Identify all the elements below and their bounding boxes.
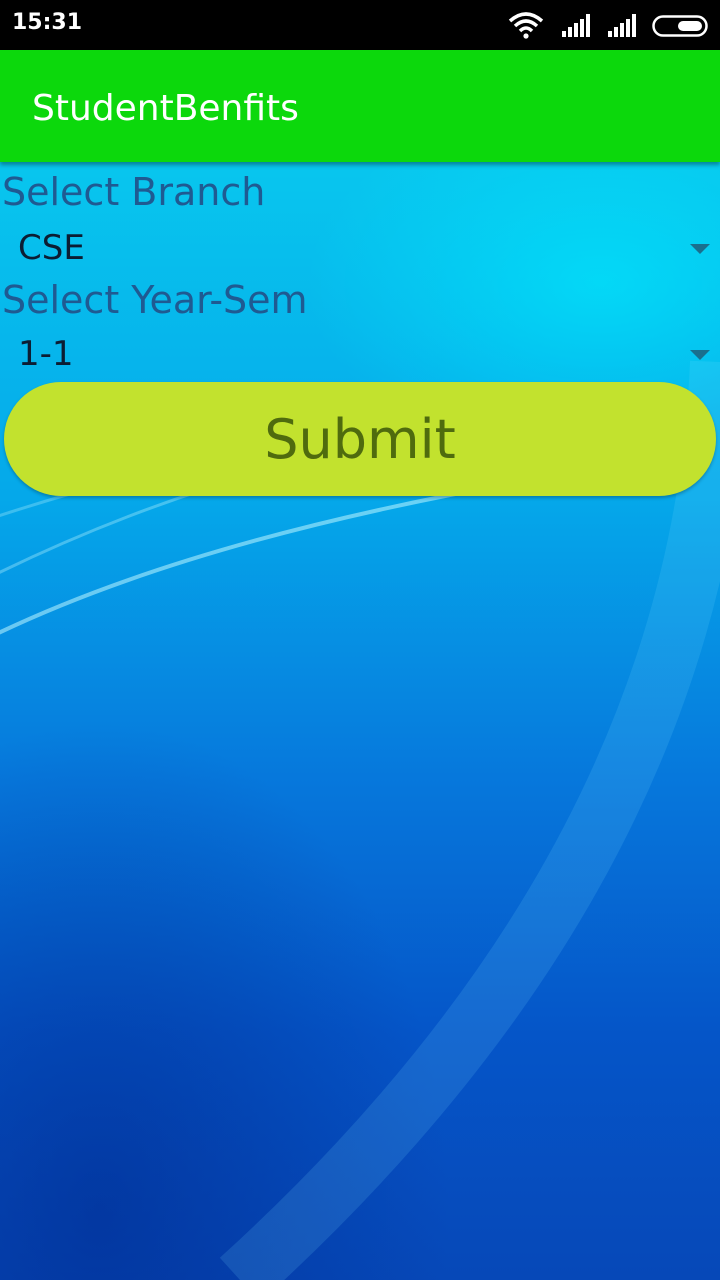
signal-icon [562, 14, 590, 37]
content-area: Select Branch CSE Select Year-Sem 1-1 Su… [0, 162, 720, 1280]
signal-icon [608, 14, 636, 37]
wifi-icon [508, 12, 544, 39]
branch-spinner-value: CSE [18, 228, 85, 268]
yearsem-spinner-value: 1-1 [18, 334, 74, 374]
branch-label: Select Branch [2, 170, 266, 214]
battery-icon [652, 15, 708, 37]
app-bar: StudentBenfits [0, 50, 720, 162]
dropdown-arrow-icon [690, 350, 710, 360]
yearsem-spinner[interactable]: 1-1 [0, 326, 720, 386]
branch-spinner[interactable]: CSE [0, 220, 720, 280]
app-title: StudentBenfits [32, 88, 299, 129]
dropdown-arrow-icon [690, 244, 710, 254]
submit-button[interactable]: Submit [4, 382, 716, 496]
status-bar: 15:31 [0, 0, 720, 50]
status-time: 15:31 [12, 10, 83, 35]
yearsem-label: Select Year-Sem [2, 278, 308, 322]
status-icons [490, 11, 710, 39]
